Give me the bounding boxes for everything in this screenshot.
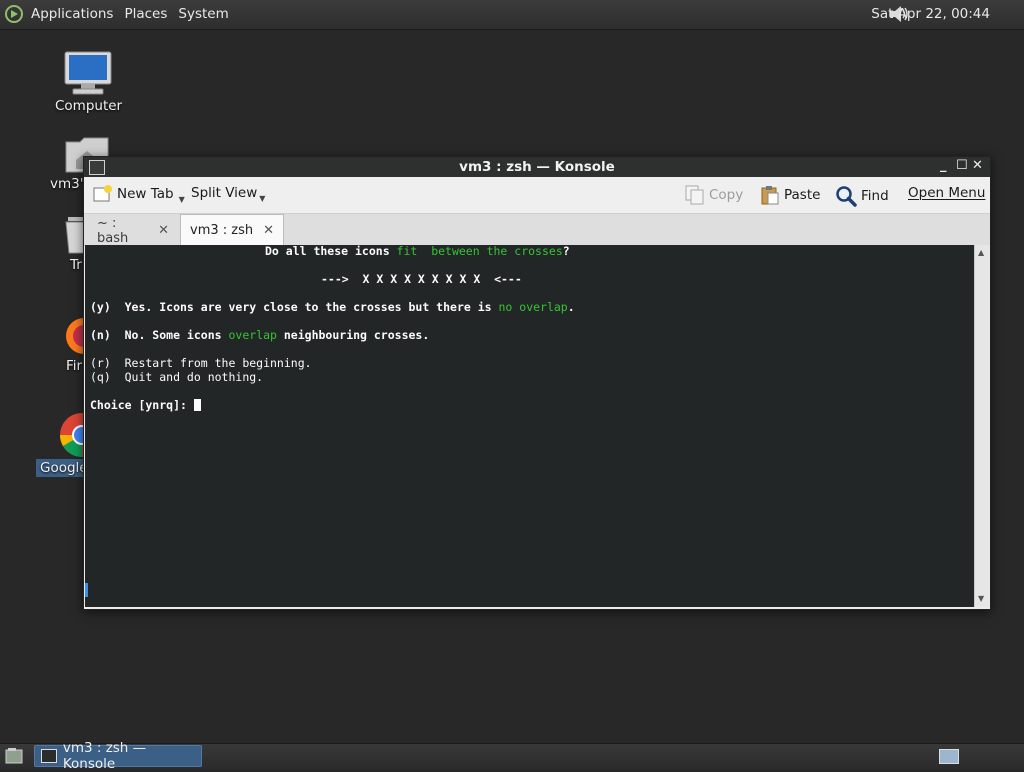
option-y-text: (y) Yes. Icons are very close to the cro… (90, 300, 499, 314)
menu-places[interactable]: Places (124, 6, 167, 22)
open-menu-button[interactable]: Open Menu (908, 185, 985, 201)
question-fit: fit (396, 245, 418, 258)
panel-clock-area: Sat Apr 22, 00:44 (871, 6, 990, 22)
terminal-option-q: (q) Quit and do nothing. (90, 370, 264, 384)
option-y-end: . (567, 300, 575, 314)
terminal-option-y: (y) Yes. Icons are very close to the cro… (90, 300, 575, 314)
menu-applications[interactable]: Applications (31, 6, 113, 22)
desktop-icon-label: Computer (55, 98, 123, 114)
tab-label: ~ : bash (97, 215, 129, 246)
option-y-highlight: no overlap (498, 300, 568, 314)
new-tab-icon (93, 185, 112, 202)
terminal-crosses-line: ---> X X X X X X X X X <--- (321, 272, 522, 286)
top-panel: Applications Places System Sat Apr 22, 0… (0, 0, 1024, 30)
window-title: vm3 : zsh — Konsole (459, 159, 615, 175)
question-mark: ? (562, 245, 570, 258)
terminal-scrollbar[interactable]: ▲ ▼ (974, 245, 990, 607)
chrome-icon (60, 413, 84, 457)
tab-zsh[interactable]: vm3 : zsh ✕ (180, 214, 284, 246)
new-tab-label: New Tab (117, 186, 174, 202)
prompt-text: Choice [ynrq]: (90, 398, 194, 412)
chevron-down-icon: ▼ (178, 194, 185, 204)
paste-icon (761, 186, 779, 205)
tab-bash[interactable]: ~ : bash ✕ (88, 215, 178, 246)
terminal-question-line: Do all these icons fit between the cross… (265, 245, 570, 258)
option-n-highlight: overlap (228, 328, 277, 342)
terminal-view[interactable]: Do all these icons fit between the cross… (85, 245, 974, 607)
desktop-icon-computer[interactable]: Computer (55, 50, 123, 114)
scroll-up-icon[interactable]: ▲ (978, 248, 984, 257)
bottom-panel: vm3 : zsh — Konsole (0, 740, 1024, 772)
tab-label: vm3 : zsh (190, 223, 254, 238)
menu-system[interactable]: System (178, 6, 228, 22)
close-tab-icon[interactable]: ✕ (263, 223, 274, 238)
paste-label: Paste (784, 187, 821, 203)
toolbar: New Tab ▼ Split View ▼ Copy Paste Find O… (84, 177, 990, 213)
panel-menus: Applications Places System (31, 6, 229, 22)
chevron-down-icon: ▼ (259, 193, 266, 203)
open-menu-label: Open Menu (908, 185, 986, 201)
clock[interactable]: Sat Apr 22, 00:44 (871, 6, 990, 22)
task-label: vm3 : zsh — Konsole (62, 740, 147, 772)
konsole-window: vm3 : zsh — Konsole _ ☐ ✕ New Tab ▼ Spli… (83, 156, 991, 610)
workspace-switcher[interactable] (939, 749, 959, 764)
close-tab-icon[interactable]: ✕ (158, 223, 169, 238)
copy-icon (685, 185, 704, 205)
find-label: Find (861, 188, 889, 204)
split-view-button[interactable]: Split View ▼ (191, 185, 266, 203)
question-text: Do all these icons (265, 245, 397, 258)
konsole-app-icon (41, 749, 57, 763)
terminal-marker (85, 583, 88, 597)
copy-label: Copy (709, 187, 744, 203)
terminal-prompt-line: Choice [ynrq]: (90, 398, 201, 412)
question-between: between the crosses (417, 245, 563, 258)
paste-button[interactable]: Paste (760, 185, 820, 205)
split-view-label: Split View (191, 185, 258, 201)
window-titlebar[interactable]: vm3 : zsh — Konsole _ ☐ ✕ (84, 157, 990, 177)
option-n-text: (n) No. Some icons (90, 328, 229, 342)
scroll-down-icon[interactable]: ▼ (978, 594, 984, 603)
desktop-icon-chrome[interactable]: Google (36, 411, 88, 477)
minimize-icon[interactable]: _ (940, 158, 947, 173)
close-icon[interactable]: ✕ (972, 158, 983, 173)
copy-button[interactable]: Copy (685, 185, 743, 205)
new-tab-button[interactable]: New Tab ▼ (93, 185, 185, 204)
taskbar-konsole[interactable]: vm3 : zsh — Konsole (34, 740, 202, 772)
terminal-option-n: (n) No. Some icons overlap neighbouring … (90, 328, 429, 342)
desktop-icon-label: Google (36, 459, 88, 477)
option-n-end: neighbouring crosses. (276, 328, 430, 342)
magnifier-icon (836, 186, 857, 207)
tab-bar: ~ : bash ✕ vm3 : zsh ✕ (84, 213, 990, 246)
maximize-icon[interactable]: ☐ (956, 158, 968, 173)
distro-logo-icon[interactable] (4, 4, 24, 24)
computer-icon (64, 51, 112, 95)
find-button[interactable]: Find (835, 185, 889, 207)
show-desktop-icon[interactable] (4, 746, 26, 766)
text-cursor (193, 399, 201, 411)
terminal-option-r: (r) Restart from the beginning. (90, 356, 312, 370)
